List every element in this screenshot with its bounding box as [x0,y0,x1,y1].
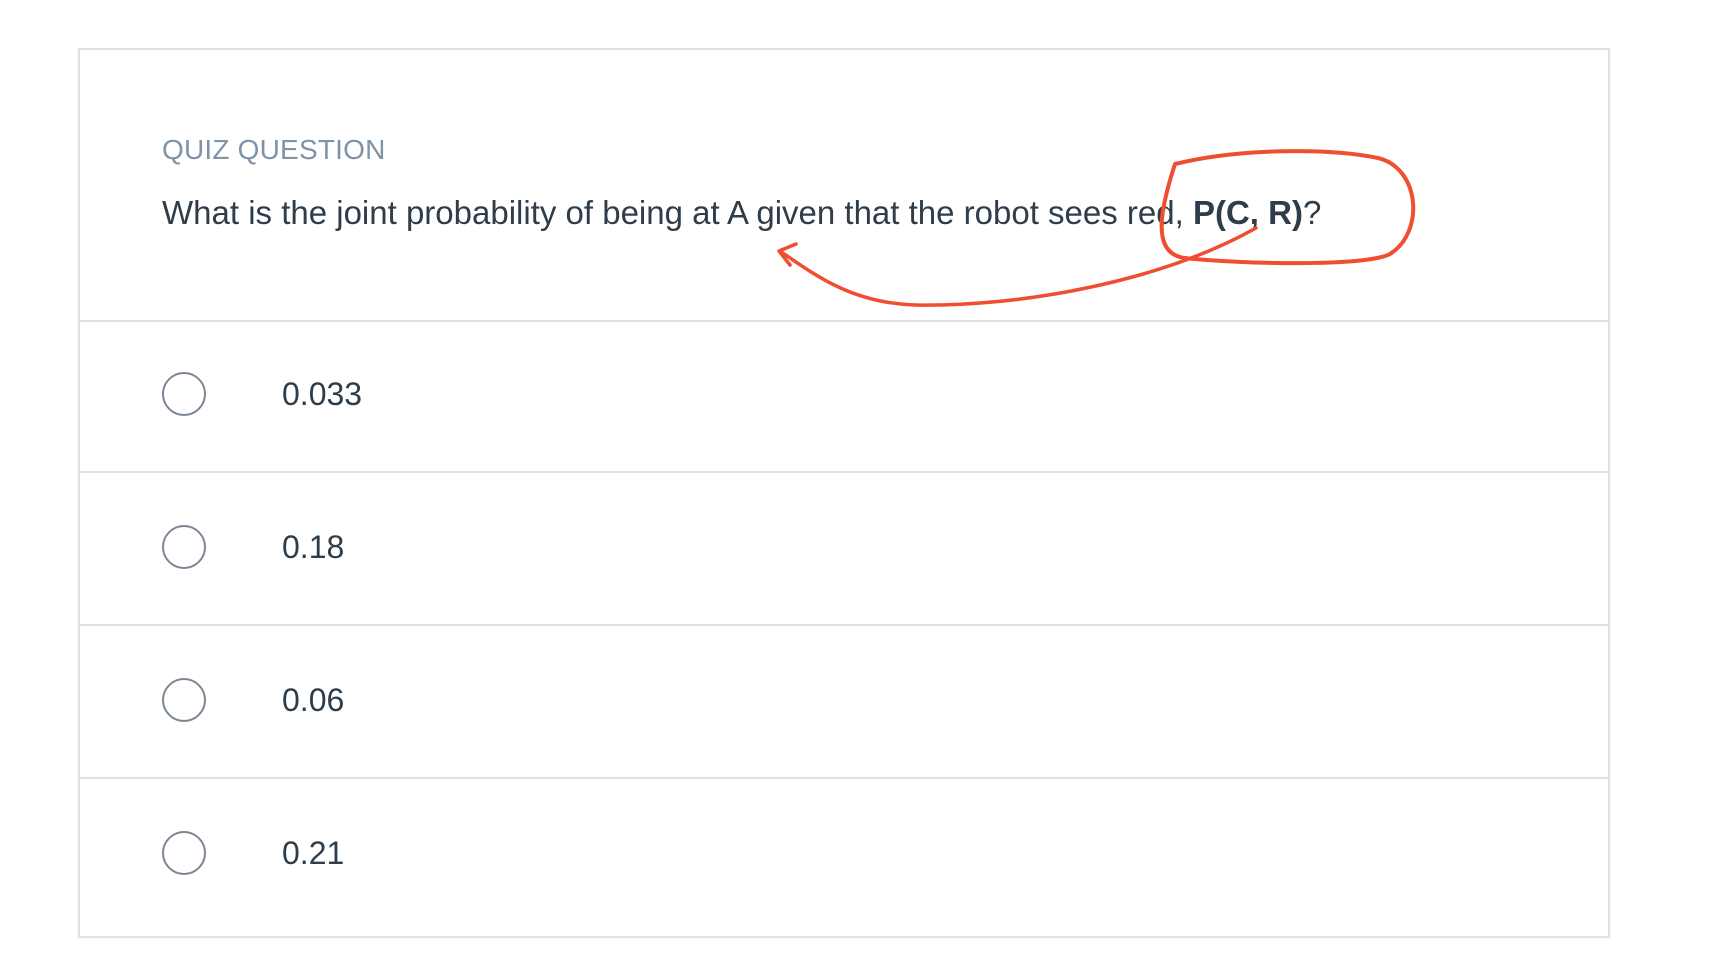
answer-option-4[interactable]: 0.21 [80,779,1608,932]
answer-option-2[interactable]: 0.18 [80,473,1608,626]
answer-option-3[interactable]: 0.06 [80,626,1608,779]
answer-option-1[interactable]: 0.033 [80,320,1608,473]
quiz-label: QUIZ QUESTION [162,134,386,165]
answer-label: 0.21 [282,835,345,871]
question-emphasis: P(C, R) [1192,194,1303,231]
question-text: What is the joint probability of being a… [162,194,1321,232]
answer-label: 0.06 [282,682,345,718]
radio-button[interactable] [162,678,206,722]
quiz-card: QUIZ QUESTION What is the joint probabil… [78,48,1610,938]
radio-button[interactable] [162,831,206,875]
page: QUIZ QUESTION What is the joint probabil… [0,0,1734,960]
radio-button[interactable] [162,372,206,416]
answer-label: 0.18 [282,529,345,565]
radio-button[interactable] [162,525,206,569]
question-block: QUIZ QUESTION What is the joint probabil… [80,50,1608,322]
question-prefix: What is the joint probability of being a… [162,194,1193,231]
answer-label: 0.033 [282,376,363,412]
question-suffix: ? [1302,194,1322,231]
